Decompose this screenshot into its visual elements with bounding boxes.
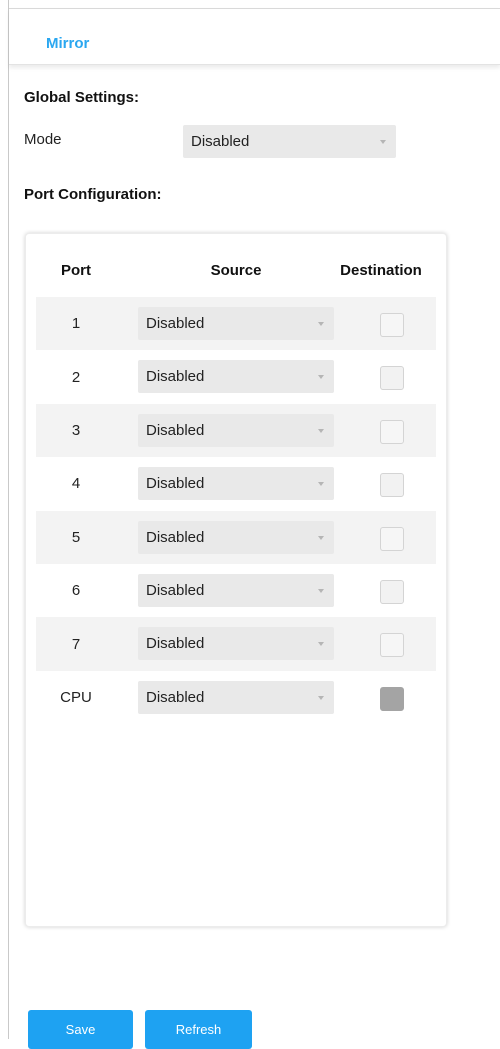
source-select[interactable]: Disabled [138, 627, 334, 661]
port-number: 7 [71, 635, 81, 653]
column-header-source: Source [210, 262, 262, 279]
source-select[interactable]: Disabled [138, 467, 334, 501]
source-select-value: Disabled [146, 421, 205, 439]
source-select[interactable]: Disabled [138, 360, 334, 394]
source-select-value: Disabled [146, 528, 205, 546]
table-row: 6 Disabled [36, 564, 436, 617]
source-select[interactable]: Disabled [138, 680, 334, 714]
chevron-down-icon [318, 695, 324, 700]
destination-checkbox[interactable] [380, 473, 404, 498]
port-number: 1 [71, 315, 81, 333]
port-number: 6 [71, 582, 81, 600]
source-select[interactable]: Disabled [138, 307, 334, 340]
destination-checkbox[interactable] [380, 633, 404, 658]
chevron-down-icon [318, 482, 324, 487]
mode-label: Mode [24, 131, 62, 148]
table-row: 5 Disabled [36, 510, 436, 564]
port-table: 1 Disabled 2 Disabled 3 Disabled 4 Disab… [36, 297, 436, 724]
source-select-value: Disabled [146, 368, 205, 386]
source-select-value: Disabled [146, 688, 205, 706]
chevron-down-icon [318, 375, 324, 380]
port-number: 2 [71, 368, 81, 386]
column-header-destination: Destination [340, 262, 422, 279]
port-number: 5 [71, 528, 81, 546]
global-settings-heading: Global Settings: [24, 89, 140, 106]
destination-checkbox[interactable] [380, 366, 404, 391]
chevron-down-icon [318, 642, 324, 647]
port-number: CPU [60, 688, 92, 706]
chevron-down-icon [318, 428, 324, 433]
table-row: 7 Disabled [36, 617, 436, 671]
tab-mirror[interactable]: Mirror [46, 35, 89, 52]
source-select[interactable]: Disabled [138, 520, 334, 554]
destination-checkbox[interactable] [380, 419, 404, 444]
chevron-down-icon [318, 535, 324, 540]
tab-bar: Mirror [9, 8, 500, 65]
chevron-down-icon [318, 322, 324, 326]
source-select-value: Disabled [146, 635, 205, 653]
source-select-value: Disabled [146, 315, 205, 332]
table-row: 2 Disabled [36, 350, 436, 403]
column-header-port: Port [61, 262, 91, 279]
destination-checkbox[interactable] [380, 313, 404, 337]
source-select[interactable]: Disabled [138, 413, 334, 447]
mode-select[interactable]: Disabled [183, 125, 396, 158]
destination-checkbox[interactable] [380, 579, 404, 604]
chevron-down-icon [380, 140, 386, 144]
source-select[interactable]: Disabled [138, 573, 334, 607]
table-row: CPU Disabled [36, 671, 436, 724]
table-row: 1 Disabled [36, 297, 436, 351]
refresh-button[interactable]: Refresh [145, 1010, 252, 1049]
chevron-down-icon [318, 588, 324, 593]
save-button[interactable]: Save [28, 1010, 133, 1049]
mode-select-value: Disabled [191, 133, 250, 150]
destination-checkbox-disabled [380, 686, 404, 711]
source-select-value: Disabled [146, 581, 205, 599]
port-number: 3 [71, 421, 81, 439]
destination-checkbox[interactable] [380, 526, 404, 551]
table-row: 3 Disabled [36, 403, 436, 458]
port-configuration-heading: Port Configuration: [24, 186, 162, 203]
table-row: 4 Disabled [36, 457, 436, 510]
port-number: 4 [71, 475, 81, 493]
source-select-value: Disabled [146, 475, 205, 493]
